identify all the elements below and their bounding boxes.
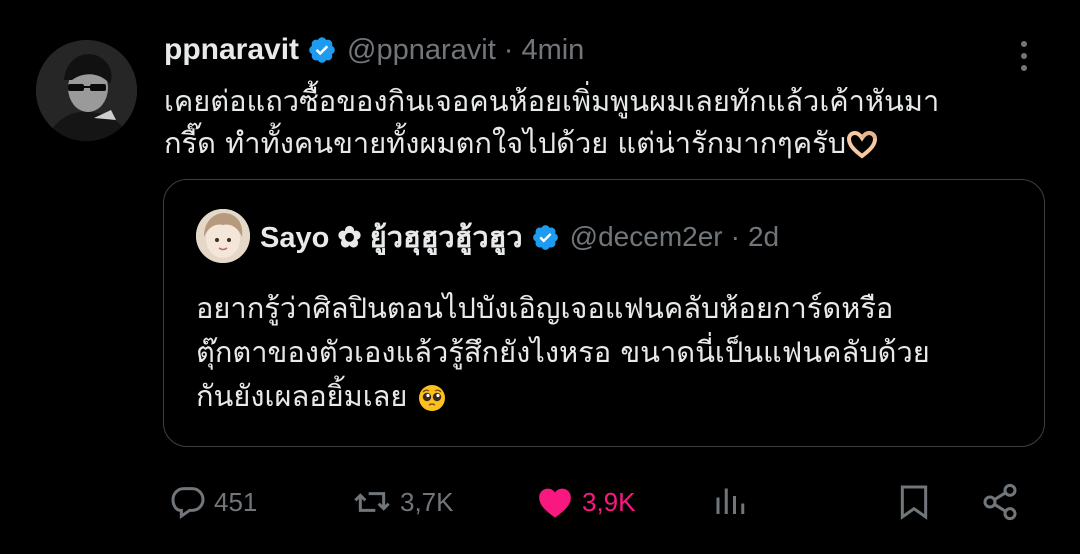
bookmark-button[interactable] bbox=[894, 480, 934, 524]
quote-author-name[interactable]: Sayo ✿ ยู้วฮุฮูวฮู้วฮูว bbox=[260, 214, 523, 260]
heart-hands-emoji-icon bbox=[847, 130, 878, 159]
quote-text-line-3: กันยังเผลอยิ้มเลย bbox=[196, 374, 1026, 418]
repost-button[interactable]: 3,7K bbox=[350, 480, 454, 524]
separator-dot: · bbox=[730, 221, 740, 252]
tweet-timestamp[interactable]: 4min bbox=[521, 34, 584, 67]
avatar-photo bbox=[36, 40, 137, 141]
tweet-text-line: เคยต่อแถวซื้อของกินเจอคนห้อยเพิ่มพูนผมเล… bbox=[164, 84, 940, 118]
quote-avatar-photo bbox=[196, 209, 250, 263]
analytics-icon bbox=[716, 488, 745, 514]
like-button[interactable]: 3,9K bbox=[534, 480, 636, 524]
author-handle[interactable]: @ppnaravit bbox=[347, 34, 496, 67]
share-icon bbox=[983, 483, 1017, 521]
more-options-icon[interactable] bbox=[1012, 36, 1036, 76]
reply-button[interactable]: 451 bbox=[168, 480, 257, 524]
separator-dot: · bbox=[503, 33, 514, 66]
like-count: 3,9K bbox=[582, 486, 636, 517]
tweet-action-bar: 451 3,7K 3,9K bbox=[0, 470, 1080, 534]
quote-author-avatar[interactable] bbox=[196, 209, 250, 263]
quote-header: Sayo ✿ ยู้วฮุฮูวฮู้วฮูว @decem2er · 2d bbox=[260, 216, 779, 258]
verified-badge-icon bbox=[532, 224, 558, 250]
quote-timestamp[interactable]: 2d bbox=[748, 221, 779, 253]
author-name[interactable]: ppnaravit bbox=[164, 33, 299, 67]
pleading-face-emoji-icon bbox=[418, 385, 445, 411]
quote-text: อยากรู้ว่าศิลปินตอนไปบังเอิญเจอแฟนคลับห้… bbox=[196, 286, 1026, 418]
repost-count: 3,7K bbox=[400, 486, 454, 517]
like-icon bbox=[539, 488, 571, 518]
share-button[interactable] bbox=[980, 480, 1020, 524]
tweet-header: ppnaravit @ppnaravit · 4min bbox=[164, 30, 584, 70]
quote-text-line: อยากรู้ว่าศิลปินตอนไปบังเอิญเจอแฟนคลับห้… bbox=[196, 291, 894, 325]
tweet-text: เคยต่อแถวซื้อของกินเจอคนห้อยเพิ่มพูนผมเล… bbox=[164, 80, 1044, 164]
tweet-text-line: กรี๊ด ทำทั้งคนขายทั้งผมตกใจไปด้วย แต่น่า… bbox=[164, 126, 847, 160]
quote-author-handle[interactable]: @decem2er bbox=[570, 221, 723, 253]
author-avatar[interactable] bbox=[36, 40, 137, 141]
quote-text-line: กันยังเผลอยิ้มเลย bbox=[196, 379, 408, 413]
analytics-button[interactable] bbox=[712, 480, 748, 524]
quoted-tweet[interactable]: Sayo ✿ ยู้วฮุฮูวฮู้วฮูว @decem2er · 2d อ… bbox=[163, 179, 1045, 447]
reply-icon bbox=[171, 487, 205, 520]
verified-badge-icon bbox=[309, 37, 335, 63]
tweet-text-line-2: กรี๊ด ทำทั้งคนขายทั้งผมตกใจไปด้วย แต่น่า… bbox=[164, 122, 1044, 164]
bookmark-icon bbox=[900, 485, 928, 520]
quote-text-line: ตุ๊กตาของตัวเองแล้วรู้สึกยังไงหรอ ขนาดนี… bbox=[196, 335, 930, 369]
repost-icon bbox=[354, 492, 390, 512]
reply-count: 451 bbox=[214, 486, 258, 517]
